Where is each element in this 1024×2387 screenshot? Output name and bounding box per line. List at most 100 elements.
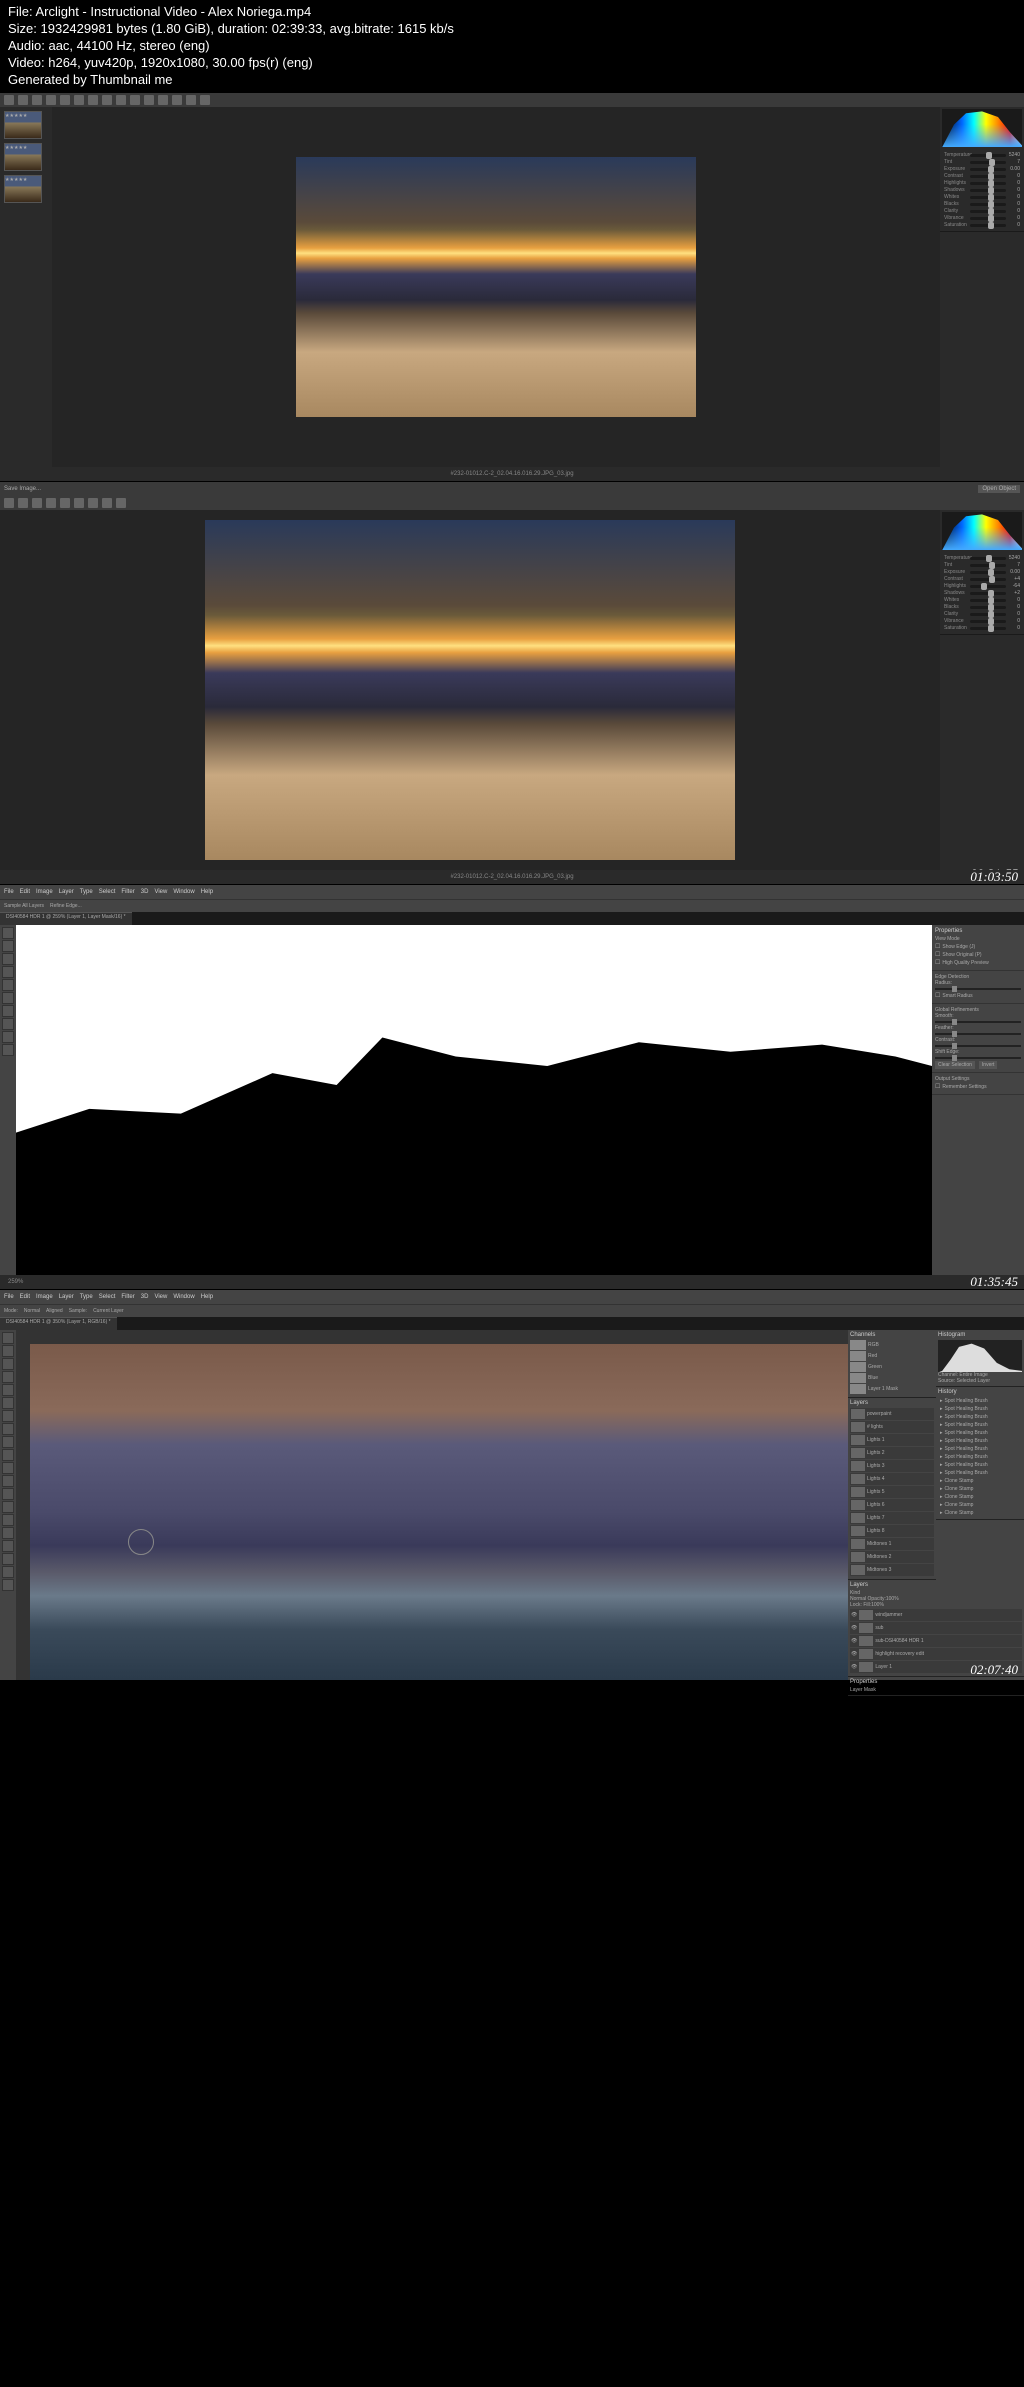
slider-tint[interactable]: Tint7	[944, 562, 1020, 568]
feather-slider[interactable]	[935, 1033, 1021, 1035]
history-state[interactable]: Spot Healing Brush	[938, 1469, 1022, 1477]
menu-type[interactable]: Type	[80, 1294, 93, 1300]
eye-icon[interactable]: 👁	[851, 1651, 857, 1657]
wb-tool-icon[interactable]	[32, 95, 42, 105]
slider-shadows[interactable]: Shadows0	[944, 187, 1020, 193]
layer-row[interactable]: 👁sub	[850, 1622, 1022, 1634]
hand-tool-icon[interactable]	[18, 95, 28, 105]
layer-row[interactable]: Lights 7	[850, 1512, 934, 1524]
menu-type[interactable]: Type	[80, 889, 93, 895]
menu-help[interactable]: Help	[201, 1294, 213, 1300]
source-select[interactable]: Selected Layer	[957, 1378, 990, 1384]
history-state[interactable]: Spot Healing Brush	[938, 1453, 1022, 1461]
menu-window[interactable]: Window	[173, 1294, 194, 1300]
preview-area[interactable]	[0, 510, 940, 870]
eraser-tool-icon[interactable]	[2, 1462, 14, 1474]
history-state[interactable]: Spot Healing Brush	[938, 1413, 1022, 1421]
menu-image[interactable]: Image	[36, 889, 53, 895]
move-tool-icon[interactable]	[2, 927, 14, 939]
history-state[interactable]: Spot Healing Brush	[938, 1445, 1022, 1453]
move-tool-icon[interactable]	[2, 1332, 14, 1344]
eye-icon[interactable]: 👁	[851, 1638, 857, 1644]
grad-filter-icon[interactable]	[144, 95, 154, 105]
crop-tool-icon[interactable]	[2, 1384, 14, 1396]
crop-tool-icon[interactable]	[46, 498, 56, 508]
sample-all-layers-checkbox[interactable]: Sample All Layers	[4, 903, 44, 909]
healing-brush-tool-icon[interactable]	[2, 1410, 14, 1422]
slider-clarity[interactable]: Clarity0	[944, 208, 1020, 214]
contrast-slider[interactable]	[935, 1045, 1021, 1047]
layer-row[interactable]: powerpaint	[850, 1408, 934, 1420]
adjustment-brush-icon[interactable]	[130, 95, 140, 105]
slider-exposure[interactable]: Exposure0.00	[944, 569, 1020, 575]
crop-tool-icon[interactable]	[74, 95, 84, 105]
clear-selection-button[interactable]: Clear Selection	[935, 1061, 975, 1069]
target-adjust-icon[interactable]	[60, 95, 70, 105]
eye-icon[interactable]: 👁	[851, 1664, 857, 1670]
slider-whites[interactable]: Whites0	[944, 597, 1020, 603]
menu-window[interactable]: Window	[173, 889, 194, 895]
layer-row[interactable]: Lights 4	[850, 1473, 934, 1485]
canvas[interactable]	[16, 925, 932, 1275]
slider-saturation[interactable]: Saturation0	[944, 222, 1020, 228]
slider-track[interactable]	[970, 175, 1006, 178]
history-state[interactable]: Clone Stamp	[938, 1477, 1022, 1485]
rotate-cw-icon[interactable]	[200, 95, 210, 105]
show-original-checkbox[interactable]: Show Original (P)	[935, 951, 1021, 958]
marquee-tool-icon[interactable]	[2, 940, 14, 952]
zoom-tool-icon[interactable]	[2, 1579, 14, 1591]
fill-value[interactable]: 100%	[871, 1602, 884, 1608]
slider-shadows[interactable]: Shadows+2	[944, 590, 1020, 596]
history-brush-icon[interactable]	[2, 1449, 14, 1461]
history-state[interactable]: Clone Stamp	[938, 1501, 1022, 1509]
aligned-checkbox[interactable]: Aligned	[46, 1308, 63, 1314]
smart-radius-checkbox[interactable]: Smart Radius	[935, 992, 1021, 999]
path-tool-icon[interactable]	[2, 1540, 14, 1552]
slider-highlights[interactable]: Highlights0	[944, 180, 1020, 186]
rotate-ccw-icon[interactable]	[102, 498, 112, 508]
slider-track[interactable]	[970, 557, 1006, 560]
slider-track[interactable]	[970, 203, 1006, 206]
prefs-icon[interactable]	[172, 95, 182, 105]
layer-row[interactable]: # lights	[850, 1421, 934, 1433]
slider-temperature[interactable]: Temperature5240	[944, 152, 1020, 158]
menu-view[interactable]: View	[154, 889, 167, 895]
hand-tool-icon[interactable]	[18, 498, 28, 508]
eyedropper-tool-icon[interactable]	[2, 992, 14, 1004]
channel-row[interactable]: RGB	[850, 1340, 934, 1350]
slider-track[interactable]	[970, 613, 1006, 616]
thumbnail-1[interactable]	[4, 111, 42, 139]
slider-track[interactable]	[970, 182, 1006, 185]
menu-view[interactable]: View	[154, 1294, 167, 1300]
menu-edit[interactable]: Edit	[20, 889, 30, 895]
radial-filter-icon[interactable]	[158, 95, 168, 105]
menu-select[interactable]: Select	[99, 1294, 116, 1300]
dodge-tool-icon[interactable]	[2, 1501, 14, 1513]
slider-track[interactable]	[970, 564, 1006, 567]
layer-row[interactable]: Lights 2	[850, 1447, 934, 1459]
rotate-ccw-icon[interactable]	[186, 95, 196, 105]
menu-file[interactable]: File	[4, 889, 14, 895]
layer-row[interactable]: Lights 8	[850, 1525, 934, 1537]
layer-row[interactable]: 👁highlight recovery edit	[850, 1648, 1022, 1660]
hand-tool-icon[interactable]	[2, 1566, 14, 1578]
clone-stamp-tool-icon[interactable]	[2, 1436, 14, 1448]
gradient-tool-icon[interactable]	[2, 1475, 14, 1487]
radial-filter-icon[interactable]	[88, 498, 98, 508]
slider-track[interactable]	[970, 571, 1006, 574]
radius-slider[interactable]	[935, 988, 1021, 990]
menu-select[interactable]: Select	[99, 889, 116, 895]
eyedropper-tool-icon[interactable]	[2, 1397, 14, 1409]
slider-saturation[interactable]: Saturation0	[944, 625, 1020, 631]
slider-vibrance[interactable]: Vibrance0	[944, 215, 1020, 221]
slider-tint[interactable]: Tint7	[944, 159, 1020, 165]
channel-row[interactable]: Layer 1 Mask	[850, 1384, 934, 1394]
history-state[interactable]: Clone Stamp	[938, 1493, 1022, 1501]
wb-tool-icon[interactable]	[32, 498, 42, 508]
history-state[interactable]: Spot Healing Brush	[938, 1397, 1022, 1405]
lasso-tool-icon[interactable]	[2, 1358, 14, 1370]
straighten-icon[interactable]	[88, 95, 98, 105]
history-state[interactable]: Spot Healing Brush	[938, 1461, 1022, 1469]
slider-track[interactable]	[970, 210, 1006, 213]
channel-row[interactable]: Blue	[850, 1373, 934, 1383]
